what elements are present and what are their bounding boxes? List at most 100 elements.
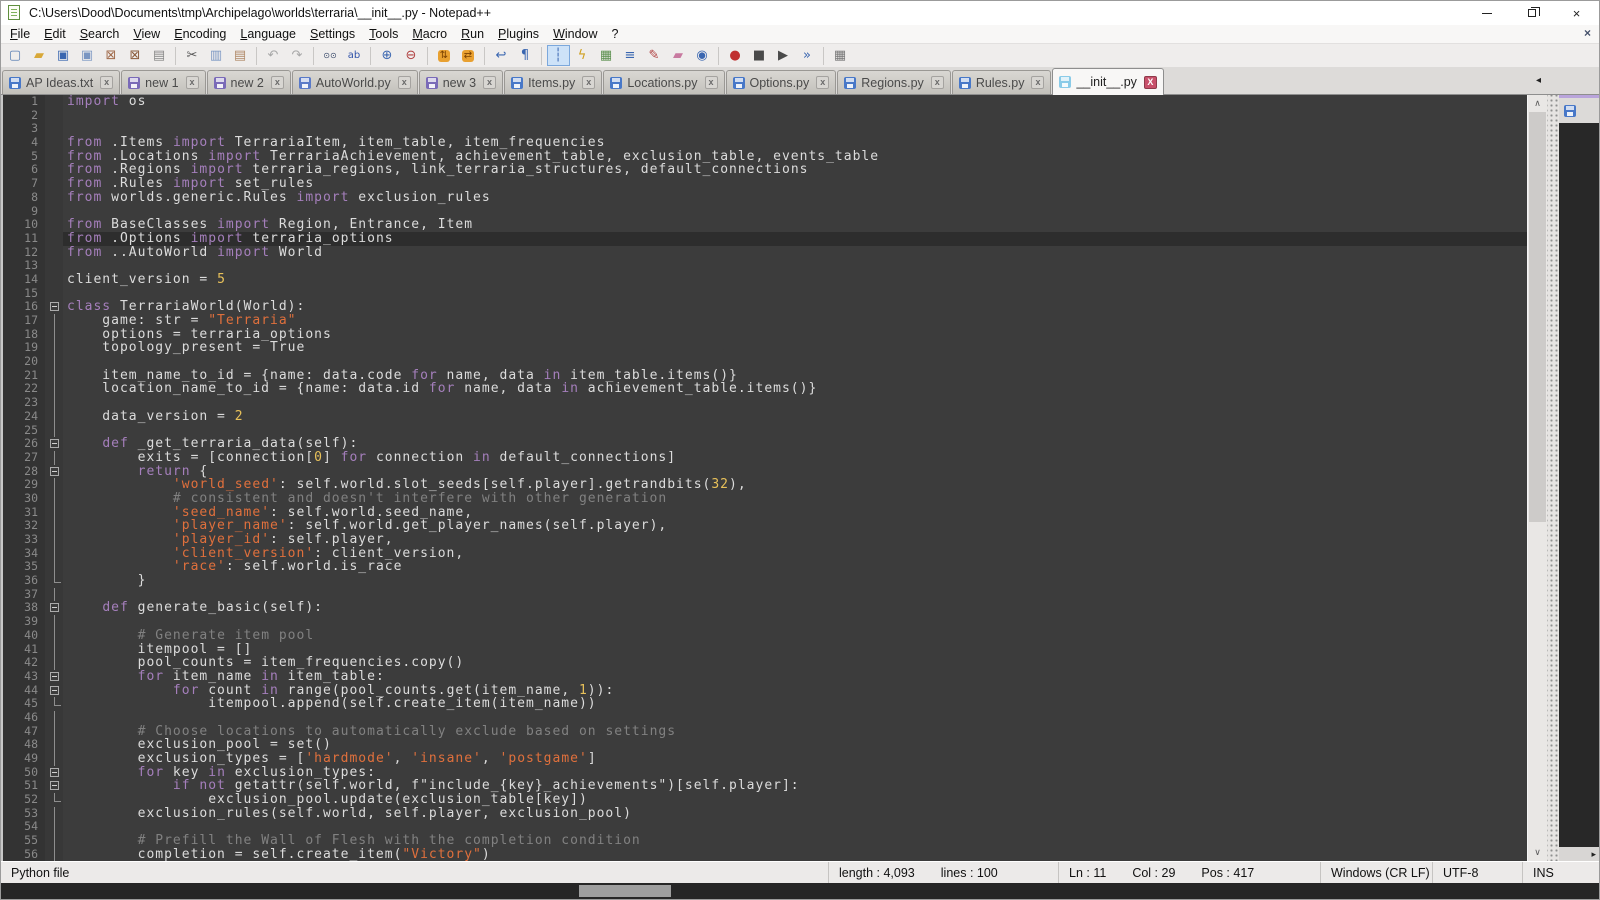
monitoring-button[interactable]: ◉ [691,45,714,66]
code-line[interactable]: 28 return { [3,465,1527,479]
code-line-text[interactable]: class TerrariaWorld(World): [63,300,1527,314]
code-line-text[interactable]: exclusion_rules(self.world, self.player,… [63,807,1527,821]
tab-close-icon[interactable]: x [582,76,595,89]
code-line-text[interactable]: data_version = 2 [63,410,1527,424]
code-line[interactable]: 32 'player_name': self.world.get_player_… [3,519,1527,533]
code-line[interactable]: 46 [3,711,1527,725]
code-line-text[interactable]: for key in exclusion_types: [63,766,1527,780]
tab-close-icon[interactable]: x [931,76,944,89]
code-line[interactable]: 30 # consistent and doesn't interfere wi… [3,492,1527,506]
code-line-text[interactable]: # consistent and doesn't interfere with … [63,492,1527,506]
code-line[interactable]: 54 [3,820,1527,834]
code-line[interactable]: 10from BaseClasses import Region, Entran… [3,218,1527,232]
code-line[interactable]: 21 item_name_to_id = {name: data.code fo… [3,369,1527,383]
menu-tools[interactable]: Tools [362,26,405,42]
code-line-text[interactable]: game: str = "Terraria" [63,314,1527,328]
code-line[interactable]: 18 options = terraria_options [3,328,1527,342]
code-line-text[interactable]: from ..AutoWorld import World [63,246,1527,260]
tab-locations-py[interactable]: Locations.pyx [603,70,724,94]
menu-language[interactable]: Language [233,26,303,42]
fold-collapse-icon[interactable] [45,437,63,451]
code-line[interactable]: 1import os [3,95,1527,109]
scrollbar-thumb[interactable] [1529,112,1546,522]
paste-button[interactable]: ▤ [229,45,252,66]
code-line-text[interactable]: from .Locations import TerrariaAchieveme… [63,150,1527,164]
secondary-view-tab[interactable] [1559,95,1599,123]
code-line-text[interactable]: from .Regions import terraria_regions, l… [63,163,1527,177]
code-line[interactable]: 34 'client_version': client_version, [3,547,1527,561]
code-line[interactable]: 16class TerrariaWorld(World): [3,300,1527,314]
new-file-button[interactable]: ▢ [4,45,27,66]
tab-ap-ideas-txt[interactable]: AP Ideas.txtx [2,70,120,94]
tab-new-1[interactable]: new 1x [121,70,205,94]
code-line-text[interactable]: 'race': self.world.is_race [63,560,1527,574]
menu-window[interactable]: Window [546,26,604,42]
tab-options-py[interactable]: Options.pyx [726,70,837,94]
code-line-text[interactable]: from .Rules import set_rules [63,177,1527,191]
tab-close-icon[interactable]: x [483,76,496,89]
fold-collapse-icon[interactable] [45,779,63,793]
code-line-text[interactable]: from .Items import TerrariaItem, item_ta… [63,136,1527,150]
tab-regions-py[interactable]: Regions.pyx [837,70,951,94]
code-line-text[interactable]: # Prefill the Wall of Flesh with the com… [63,834,1527,848]
scroll-right-icon[interactable]: ▸ [1591,849,1596,860]
zoom-out-button[interactable]: ⊖ [400,45,423,66]
code-line-text[interactable]: item_name_to_id = {name: data.code for n… [63,369,1527,383]
scrollbar-track[interactable] [1528,112,1547,844]
code-line[interactable]: 6from .Regions import terraria_regions, … [3,163,1527,177]
close-document-icon[interactable]: × [1584,26,1591,40]
minimize-button[interactable] [1464,1,1509,25]
scroll-down-icon[interactable]: ∨ [1528,844,1547,861]
document-map-button[interactable]: ▦ [595,45,618,66]
code-line-text[interactable] [63,820,1527,834]
folder-as-workspace-button[interactable]: ▰ [667,45,690,66]
code-line[interactable]: 11from .Options import terraria_options [3,232,1527,246]
code-line[interactable]: 42 pool_counts = item_frequencies.copy() [3,656,1527,670]
code-line[interactable]: 39 [3,615,1527,629]
code-line-text[interactable]: itempool = [] [63,643,1527,657]
code-line-text[interactable]: for count in range(pool_counts.get(item_… [63,684,1527,698]
code-line[interactable]: 36 } [3,574,1527,588]
menu-view[interactable]: View [126,26,167,42]
code-line[interactable]: 40 # Generate item pool [3,629,1527,643]
code-line-text[interactable]: from worlds.generic.Rules import exclusi… [63,191,1527,205]
fold-collapse-icon[interactable] [45,684,63,698]
function-list-button[interactable]: ϟ [571,45,594,66]
code-line[interactable]: 55 # Prefill the Wall of Flesh with the … [3,834,1527,848]
fold-collapse-icon[interactable] [45,465,63,479]
code-line[interactable]: 2 [3,109,1527,123]
tab-scroll-left-icon[interactable]: ◂ [1536,75,1541,86]
macro-play-button[interactable]: ▶ [772,45,795,66]
save-file-button[interactable]: ▣ [52,45,75,66]
undo-button[interactable]: ↶ [262,45,285,66]
code-line[interactable]: 50 for key in exclusion_types: [3,766,1527,780]
code-line-text[interactable]: exits = [connection[0] for connection in… [63,451,1527,465]
code-line-text[interactable]: exclusion_types = ['hardmode', 'insane',… [63,752,1527,766]
code-line[interactable]: 37 [3,588,1527,602]
code-line[interactable]: 20 [3,355,1527,369]
zoom-in-button[interactable]: ⊕ [376,45,399,66]
taskbar-button[interactable] [579,885,671,897]
save-all-button[interactable]: ▣ [76,45,99,66]
code-line[interactable]: 47 # Choose locations to automatically e… [3,725,1527,739]
code-line-text[interactable] [63,287,1527,301]
code-line[interactable]: 26 def _get_terraria_data(self): [3,437,1527,451]
code-line[interactable]: 15 [3,287,1527,301]
code-line-text[interactable]: topology_present = True [63,341,1527,355]
menu-[interactable]: ? [605,26,626,42]
code-line[interactable]: 7from .Rules import set_rules [3,177,1527,191]
tab-close-icon[interactable]: x [705,76,718,89]
tab-new-2[interactable]: new 2x [207,70,291,94]
code-line-text[interactable] [63,588,1527,602]
code-line-text[interactable] [63,396,1527,410]
sync-vertical-scroll-button[interactable]: ⇅ [433,45,456,66]
close-button[interactable]: × [1554,1,1599,25]
code-line-text[interactable]: completion = self.create_item("Victory") [63,848,1527,861]
code-line[interactable]: 23 [3,396,1527,410]
macro-stop-button[interactable]: ■ [748,45,771,66]
code-line[interactable]: 9 [3,205,1527,219]
code-line-text[interactable] [63,355,1527,369]
code-line-text[interactable]: 'world_seed': self.world.slot_seeds[self… [63,478,1527,492]
find-button[interactable]: ⊙⊙ [319,45,342,66]
code-line-text[interactable]: 'seed_name': self.world.seed_name, [63,506,1527,520]
